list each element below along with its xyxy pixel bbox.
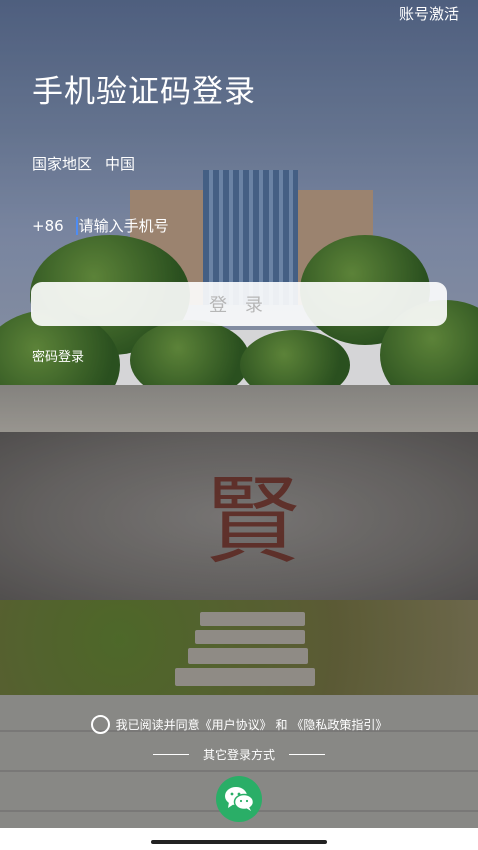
home-indicator[interactable] <box>151 840 327 844</box>
phone-row: +86 <box>32 217 339 235</box>
password-login-link[interactable]: 密码登录 <box>32 346 84 365</box>
agreement-row: 我已阅读并同意《用户协议》 和 《隐私政策指引》 <box>0 715 478 734</box>
country-code[interactable]: +86 <box>32 217 64 235</box>
agreement-checkbox[interactable] <box>90 715 110 734</box>
region-value: 中国 <box>105 155 136 173</box>
login-screen: 賢 账号激活 手机验证码登录 国家地区 中国 +86 登 录 密码登录 我已阅读… <box>0 0 478 850</box>
other-login-label: 其它登录方式 <box>202 748 275 762</box>
agreement-prefix: 我已阅读并同意 <box>115 718 200 732</box>
phone-input[interactable] <box>78 217 339 235</box>
privacy-policy-link[interactable]: 《隐私政策指引》 <box>291 718 387 732</box>
text-caret <box>75 217 78 235</box>
other-login-methods: 其它登录方式 <box>0 746 478 763</box>
region-label: 国家地区 <box>32 155 93 173</box>
activate-account-link[interactable]: 账号激活 <box>399 3 459 24</box>
user-agreement-link[interactable]: 《用户协议》 <box>200 718 272 732</box>
divider-line-left <box>152 754 189 755</box>
page-title: 手机验证码登录 <box>32 74 256 110</box>
wechat-icon <box>225 787 254 811</box>
agreement-and: 和 <box>275 718 288 732</box>
wechat-login-button[interactable] <box>216 776 262 822</box>
home-bar-area <box>0 828 478 850</box>
login-button[interactable]: 登 录 <box>31 282 447 326</box>
divider-line-right <box>289 754 325 755</box>
region-selector[interactable]: 国家地区 中国 <box>32 153 135 174</box>
